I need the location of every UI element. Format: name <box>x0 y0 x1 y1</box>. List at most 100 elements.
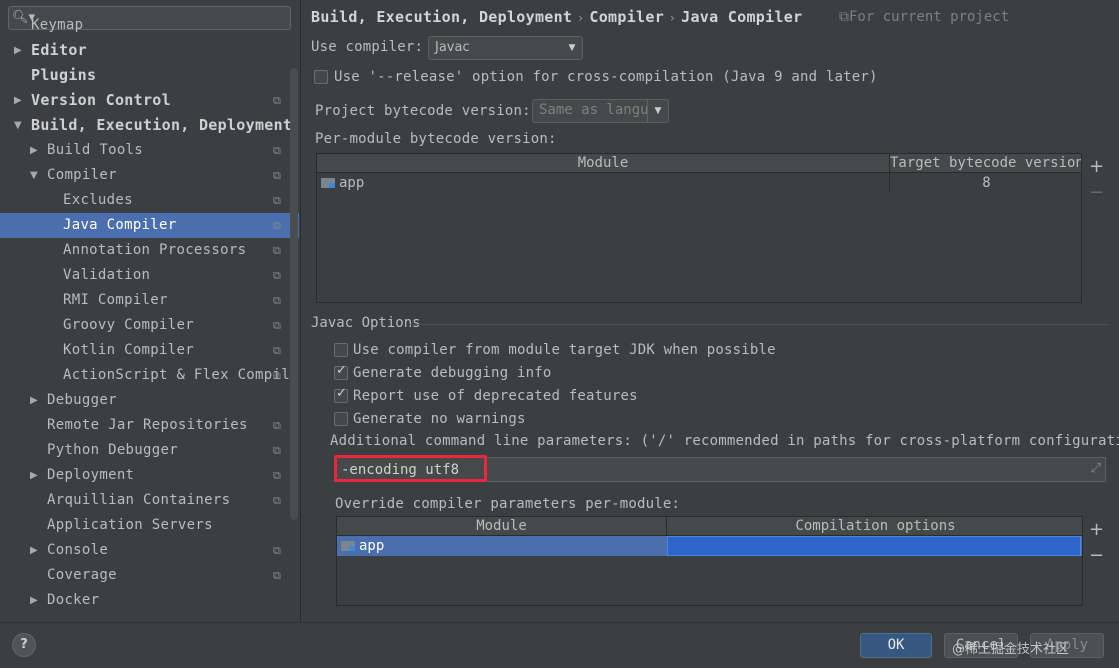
add-icon[interactable]: + <box>1089 521 1104 539</box>
module-name: app <box>359 538 385 554</box>
breadcrumb-java-compiler: Java Compiler <box>681 8 803 26</box>
project-bytecode-label: Project bytecode version: <box>315 103 531 119</box>
sidebar-item-excludes[interactable]: Excludes ⧉ <box>0 188 299 213</box>
sidebar-item-label: Deployment <box>47 467 135 483</box>
sidebar-item-rmi-compiler[interactable]: RMI Compiler ⧉ <box>0 288 299 313</box>
sidebar-scrollbar[interactable] <box>290 68 298 520</box>
project-bytecode-dropdown[interactable]: Same as langu ▼ <box>532 99 669 123</box>
sidebar-item-arquillian-containers[interactable]: Arquillian Containers ⧉ <box>0 488 299 513</box>
sidebar-item-label: Java Compiler <box>63 217 177 233</box>
deprecated-label: Report use of deprecated features <box>353 388 638 404</box>
sidebar-item-java-compiler[interactable]: Java Compiler ⧉ <box>0 213 299 238</box>
remove-icon[interactable]: − <box>1089 184 1104 202</box>
expand-arrow-icon[interactable]: ▶ <box>30 388 42 413</box>
collapse-arrow-icon[interactable]: ▼ <box>30 163 42 188</box>
column-header-target-bytecode[interactable]: Target bytecode version <box>890 154 1081 172</box>
table-row[interactable]: app <box>337 536 1082 556</box>
no-warnings-checkbox[interactable] <box>334 412 348 426</box>
javac-options-title: Javac Options <box>311 315 421 331</box>
expand-arrow-icon[interactable]: ▶ <box>14 88 26 113</box>
expand-arrow-icon[interactable]: ▶ <box>30 463 42 488</box>
no-warnings-label: Generate no warnings <box>353 411 526 427</box>
sidebar-item-label: Compiler <box>47 167 117 183</box>
sidebar-item-kotlin-compiler[interactable]: Kotlin Compiler ⧉ <box>0 338 299 363</box>
table-row[interactable]: app 8 <box>317 173 1081 193</box>
sidebar-item-application-servers[interactable]: Application Servers <box>0 513 299 538</box>
group-divider <box>409 324 1109 325</box>
module-jdk-checkbox[interactable] <box>334 343 348 357</box>
sidebar-item-validation[interactable]: Validation ⧉ <box>0 263 299 288</box>
expand-arrow-icon[interactable]: ▶ <box>30 588 42 613</box>
sidebar-item-editor[interactable]: ▶ Editor <box>0 38 299 63</box>
sidebar-item-label: Annotation Processors <box>63 242 247 258</box>
table-header: Module Compilation options <box>337 517 1082 536</box>
sidebar-item-actionscript-flex-compil[interactable]: ActionScript & Flex Compil ⧉ <box>0 363 299 388</box>
target-version-cell[interactable]: 8 <box>890 173 1081 193</box>
sidebar-item-version-control[interactable]: ▶ Version Control ⧉ <box>0 88 299 113</box>
use-compiler-dropdown[interactable]: Javac ▼ <box>428 36 583 60</box>
use-compiler-label: Use compiler: <box>311 39 424 55</box>
sidebar-item-plugins[interactable]: Plugins <box>0 63 299 88</box>
additional-params-label: Additional command line parameters: ('/'… <box>330 433 1119 449</box>
expand-arrow-icon[interactable]: ▶ <box>30 138 42 163</box>
sidebar-item-keymap[interactable]: Keymap <box>0 13 299 38</box>
sidebar-item-label: Validation <box>63 267 151 283</box>
project-scope-icon: ⧉ <box>273 444 282 457</box>
sidebar-item-debugger[interactable]: ▶ Debugger <box>0 388 299 413</box>
sidebar-item-compiler[interactable]: ▼ Compiler ⧉ <box>0 163 299 188</box>
breadcrumb-build: Build, Execution, Deployment <box>311 8 573 26</box>
module-cell: app <box>341 536 667 556</box>
module-name: app <box>339 175 365 191</box>
sidebar-item-label: Console <box>47 542 109 558</box>
sidebar-item-coverage[interactable]: Coverage ⧉ <box>0 563 299 588</box>
deprecated-checkbox[interactable] <box>334 386 348 403</box>
project-scope-icon: ⧉ <box>273 269 282 282</box>
sidebar-item-label: Application Servers <box>47 517 213 533</box>
ok-button[interactable]: OK <box>860 633 932 658</box>
sidebar-item-docker[interactable]: ▶ Docker <box>0 588 299 613</box>
remove-icon[interactable]: − <box>1089 547 1104 565</box>
sidebar-item-groovy-compiler[interactable]: Groovy Compiler ⧉ <box>0 313 299 338</box>
column-header-module[interactable]: Module <box>317 154 890 172</box>
expand-arrow-icon[interactable]: ▶ <box>30 538 42 563</box>
watermark: @稀土掘金技术社区 <box>952 642 1070 657</box>
sidebar-item-label: ActionScript & Flex Compil <box>63 367 290 383</box>
project-scope-icon: ⧉ <box>273 319 282 332</box>
column-header-module[interactable]: Module <box>337 517 667 535</box>
sidebar-item-remote-jar-repositories[interactable]: Remote Jar Repositories ⧉ <box>0 413 299 438</box>
release-option-checkbox[interactable] <box>314 70 328 84</box>
add-icon[interactable]: + <box>1089 158 1104 176</box>
help-button[interactable]: ? <box>12 633 36 657</box>
project-scope-icon: ⧉ <box>273 244 282 257</box>
project-bytecode-value: Same as langu <box>539 102 649 118</box>
project-scope-icon: ⧉ <box>273 294 282 307</box>
debug-info-checkbox[interactable] <box>334 363 348 380</box>
chevron-down-icon: ▼ <box>568 43 576 53</box>
bytecode-version-table: Module Target bytecode version app 8 <box>316 153 1082 303</box>
expand-arrow-icon[interactable]: ▶ <box>14 38 26 63</box>
project-scope-icon: ⧉ <box>273 469 282 482</box>
use-compiler-value: Javac <box>435 40 470 55</box>
sidebar-item-python-debugger[interactable]: Python Debugger ⧉ <box>0 438 299 463</box>
breadcrumb-separator: › <box>670 11 676 25</box>
sidebar-item-label: RMI Compiler <box>63 292 168 308</box>
breadcrumb-separator: › <box>578 11 584 25</box>
sidebar-item-build-tools[interactable]: ▶ Build Tools ⧉ <box>0 138 299 163</box>
table-header: Module Target bytecode version <box>317 154 1081 173</box>
sidebar-item-label: Remote Jar Repositories <box>47 417 248 433</box>
chevron-down-icon: ▼ <box>647 100 668 122</box>
collapse-arrow-icon[interactable]: ▼ <box>14 113 26 138</box>
compilation-options-cell[interactable] <box>667 536 1081 556</box>
expand-icon[interactable]: ⤢ <box>1091 461 1101 476</box>
sidebar-item-deployment[interactable]: ▶ Deployment ⧉ <box>0 463 299 488</box>
sidebar-item-build-execution-deployment[interactable]: ▼ Build, Execution, Deployment <box>0 113 299 138</box>
project-scope-icon: ⧉ <box>273 169 282 182</box>
module-folder-icon <box>341 541 355 551</box>
sidebar-item-label: Docker <box>47 592 100 608</box>
breadcrumb-compiler: Compiler <box>589 8 665 26</box>
sidebar-item-label: Version Control <box>31 91 171 109</box>
column-header-compilation-options[interactable]: Compilation options <box>667 517 1082 535</box>
sidebar-item-label: Editor <box>31 41 87 59</box>
sidebar-item-console[interactable]: ▶ Console ⧉ <box>0 538 299 563</box>
sidebar-item-annotation-processors[interactable]: Annotation Processors ⧉ <box>0 238 299 263</box>
